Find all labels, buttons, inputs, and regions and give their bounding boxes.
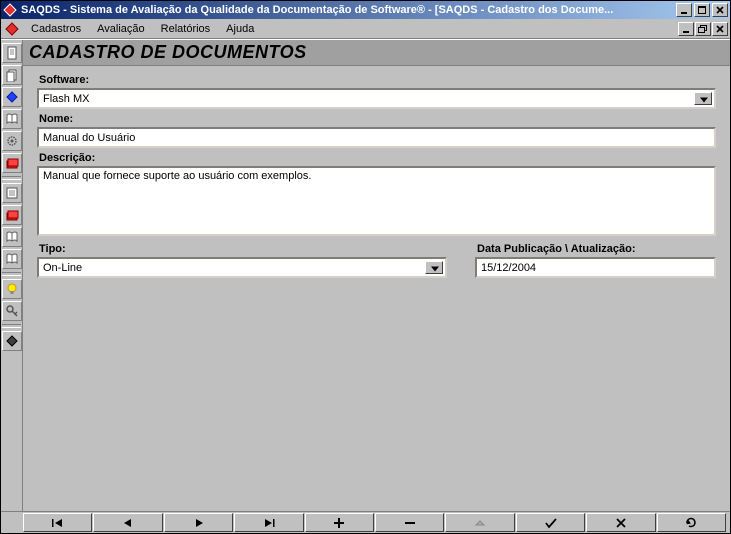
data-label: Data Publicação \ Atualização: [477,243,716,255]
data-input[interactable] [475,257,716,278]
nav-delete-button[interactable] [375,513,444,532]
app-icon [3,3,17,17]
title-bar: SAQDS - Sistema de Avaliação da Qualidad… [1,1,730,19]
close-button[interactable] [712,3,728,17]
toolbar-documents-icon[interactable] [2,65,22,85]
toolbar-lightbulb-icon[interactable] [2,279,22,299]
toolbar-list-icon[interactable] [2,183,22,203]
client-area: CADASTRO DE DOCUMENTOS Software: Flash M… [23,40,730,511]
nav-refresh-button[interactable] [657,513,726,532]
nav-add-button[interactable] [305,513,374,532]
nav-next-button[interactable] [164,513,233,532]
toolbar-red-books2-icon[interactable] [2,205,22,225]
window-controls [676,3,728,17]
tipo-label: Tipo: [39,243,447,255]
toolbar-red-books-icon[interactable] [2,153,22,173]
toolbar-blue-diamond-icon[interactable] [2,87,22,107]
nav-last-button[interactable] [234,513,303,532]
tipo-value: On-Line [43,262,82,274]
toolbar-book2-icon[interactable] [2,227,22,247]
descricao-textarea[interactable] [37,166,716,236]
software-select[interactable]: Flash MX [37,88,716,109]
mdi-app-icon [5,22,19,36]
nome-label: Nome: [39,113,716,125]
chevron-down-icon [700,97,708,102]
software-label: Software: [39,74,716,86]
menu-bar: Cadastros Avaliação Relatórios Ajuda [1,19,730,39]
nome-input[interactable] [37,127,716,148]
chevron-down-icon [431,266,439,271]
menu-cadastros[interactable]: Cadastros [23,21,89,37]
left-toolbar [1,40,23,511]
menu-avaliacao[interactable]: Avaliação [89,21,153,37]
mdi-close-button[interactable] [712,22,728,36]
page-title: CADASTRO DE DOCUMENTOS [23,40,730,66]
toolbar-dark-diamond-icon[interactable] [2,331,22,351]
minimize-button[interactable] [676,3,692,17]
toolbar-book3-icon[interactable] [2,249,22,269]
maximize-button[interactable] [694,3,710,17]
nav-edit-button[interactable] [445,513,514,532]
descricao-label: Descrição: [39,152,716,164]
toolbar-book-icon[interactable] [2,109,22,129]
window-title: SAQDS - Sistema de Avaliação da Qualidad… [21,4,672,16]
mdi-window-controls [678,22,730,36]
form-area: Software: Flash MX Nome: Descrição: Tipo… [23,66,730,511]
software-value: Flash MX [43,93,89,105]
menu-relatorios[interactable]: Relatórios [153,21,219,37]
toolbar-document-icon[interactable] [2,43,22,63]
nav-prev-button[interactable] [93,513,162,532]
mdi-restore-button[interactable] [695,22,711,36]
nav-confirm-button[interactable] [516,513,585,532]
nav-first-button[interactable] [23,513,92,532]
tipo-select[interactable]: On-Line [37,257,447,278]
menu-ajuda[interactable]: Ajuda [218,21,262,37]
record-navigator [1,511,730,533]
toolbar-gear-icon[interactable] [2,131,22,151]
mdi-minimize-button[interactable] [678,22,694,36]
nav-cancel-button[interactable] [586,513,655,532]
toolbar-key-icon[interactable] [2,301,22,321]
